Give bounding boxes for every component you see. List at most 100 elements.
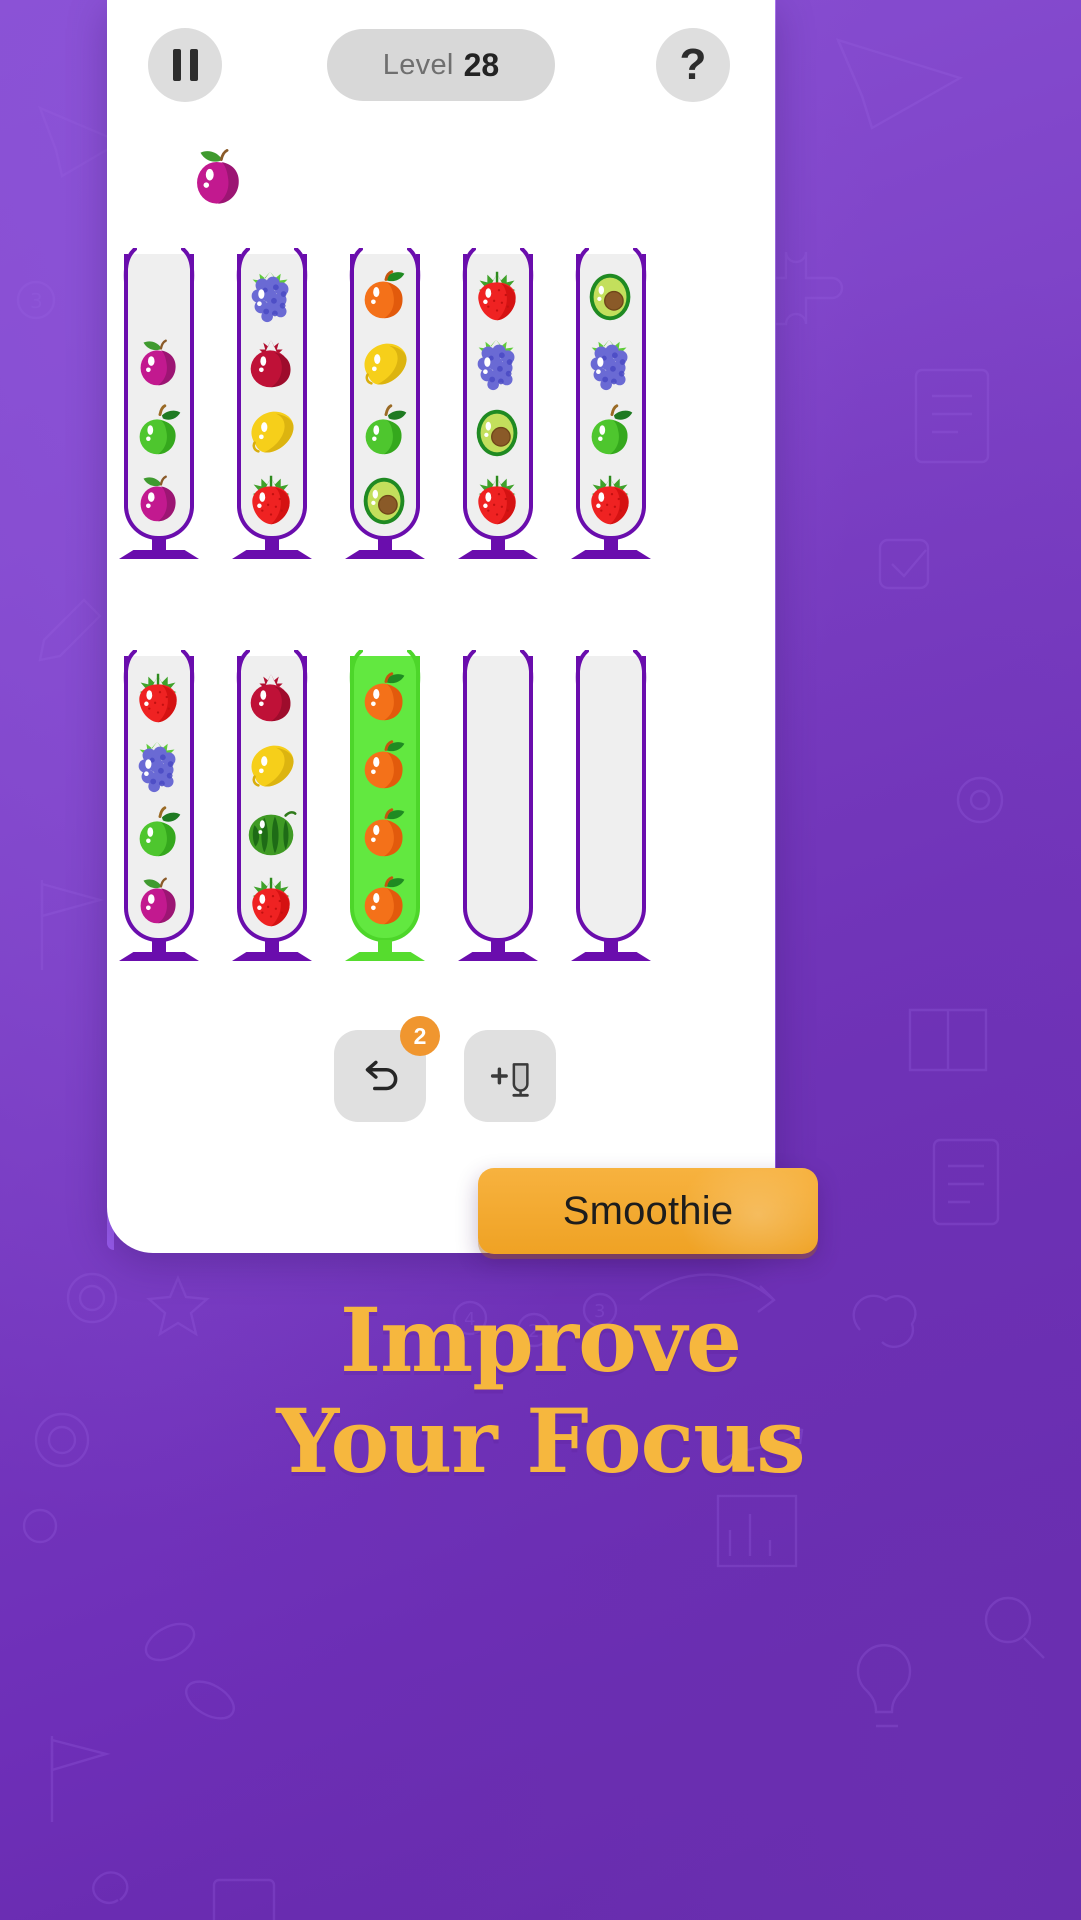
- tube-lip-right: [520, 650, 534, 684]
- fruit-slot-avocado[interactable]: [352, 466, 418, 532]
- tube-stand-foot: [571, 550, 651, 559]
- plus-tube-icon: [490, 1063, 529, 1097]
- fruit-slot-orange[interactable]: [352, 664, 418, 730]
- pause-icon-bar-2: [189, 49, 198, 81]
- fruit-slot-plum[interactable]: [126, 330, 192, 396]
- fruit-slot-pomegranate[interactable]: [239, 330, 305, 396]
- tube-stand-stem: [378, 940, 392, 954]
- headline-line-2: Your Focus: [276, 1389, 805, 1494]
- tube-t9[interactable]: [458, 650, 538, 961]
- tube-t5[interactable]: [571, 248, 651, 559]
- fruit-slot-strawberry[interactable]: [465, 262, 531, 328]
- fruit-slot-strawberry[interactable]: [465, 466, 531, 532]
- fruit-slot-lemon[interactable]: [239, 732, 305, 798]
- fruit-slot-watermelon[interactable]: [239, 800, 305, 866]
- fruit-slot-strawberry[interactable]: [578, 466, 644, 532]
- fruit-slot-blackberry[interactable]: [239, 262, 305, 328]
- tube-stand-foot: [119, 550, 199, 559]
- tube-stand-stem: [152, 538, 166, 552]
- add-tube-button[interactable]: [464, 1030, 556, 1122]
- promo-headline: Improve Your Focus: [0, 1288, 1081, 1494]
- smoothie-cta-label: Smoothie: [562, 1188, 734, 1233]
- fruit-slot-green-apple[interactable]: [352, 398, 418, 464]
- svg-text:3: 3: [30, 289, 43, 313]
- fruit-slot-avocado[interactable]: [578, 262, 644, 328]
- tube-t1[interactable]: [119, 248, 199, 559]
- tube-glass-body: [460, 650, 536, 948]
- tube-stand: [232, 940, 312, 964]
- fruit-slot-orange[interactable]: [352, 262, 418, 328]
- undo-arrow-icon: [365, 1060, 398, 1091]
- tube-stand-foot: [458, 952, 538, 961]
- fruit-slot-pomegranate[interactable]: [239, 664, 305, 730]
- fruit-slot-blackberry[interactable]: [465, 330, 531, 396]
- tube-lip-left: [123, 248, 137, 282]
- fruit-slot-green-apple[interactable]: [578, 398, 644, 464]
- tube-stand-foot: [232, 550, 312, 559]
- tube-stand-foot: [232, 952, 312, 961]
- fruit-slot-strawberry[interactable]: [239, 466, 305, 532]
- tube-stand-stem: [604, 940, 618, 954]
- fruit-slot-blackberry[interactable]: [578, 330, 644, 396]
- tube-stand: [571, 940, 651, 964]
- phone-screen: Level 28 ? 2: [107, 0, 775, 1253]
- fruit-slot-plum[interactable]: [126, 868, 192, 934]
- tube-t2[interactable]: [232, 248, 312, 559]
- game-header: Level 28 ?: [107, 0, 775, 130]
- tube-stand-stem: [265, 538, 279, 552]
- tube-stand-foot: [458, 550, 538, 559]
- tube-t7[interactable]: [232, 650, 312, 961]
- help-button[interactable]: ?: [656, 28, 730, 102]
- pause-button[interactable]: [148, 28, 222, 102]
- undo-count-badge: 2: [400, 1016, 440, 1056]
- tube-stand-stem: [604, 538, 618, 552]
- fruit-slot-green-apple[interactable]: [126, 398, 192, 464]
- level-indicator: Level 28: [327, 29, 555, 101]
- fruit-slot-lemon[interactable]: [239, 398, 305, 464]
- headline-line-1: Improve: [340, 1288, 742, 1392]
- tube-t4[interactable]: [458, 248, 538, 559]
- fruit-slot-orange[interactable]: [352, 800, 418, 866]
- tube-stand-stem: [152, 940, 166, 954]
- held-fruit-plum[interactable]: [182, 140, 256, 214]
- fruit-slot-plum[interactable]: [126, 466, 192, 532]
- smoothie-cta-button[interactable]: Smoothie: [478, 1168, 818, 1254]
- tube-stand: [119, 538, 199, 562]
- fruit-slot-lemon[interactable]: [352, 330, 418, 396]
- tube-t6[interactable]: [119, 650, 199, 961]
- action-bar: 2: [107, 1016, 775, 1130]
- tube-row-2: [107, 650, 775, 961]
- tube-stand-foot: [571, 952, 651, 961]
- tube-glass: [463, 656, 533, 942]
- fruit-slot-strawberry[interactable]: [239, 868, 305, 934]
- fruit-slot-green-apple[interactable]: [126, 800, 192, 866]
- tube-stand: [458, 940, 538, 964]
- tube-stand-foot: [345, 550, 425, 559]
- tube-stand: [458, 538, 538, 562]
- fruit-slot-strawberry[interactable]: [126, 664, 192, 730]
- fruit-slot-blackberry[interactable]: [126, 732, 192, 798]
- fruit-slot-avocado[interactable]: [465, 398, 531, 464]
- tube-glass-body: [573, 650, 649, 948]
- tube-t8[interactable]: [345, 650, 425, 961]
- question-mark-icon: ?: [679, 40, 707, 89]
- tube-lip-right: [633, 650, 647, 684]
- level-number: 28: [463, 46, 500, 83]
- tube-stand: [345, 538, 425, 562]
- tube-t10[interactable]: [571, 650, 651, 961]
- tube-stand-stem: [378, 538, 392, 552]
- tube-stand-foot: [345, 952, 425, 961]
- tube-t3[interactable]: [345, 248, 425, 559]
- fruit-slot-orange[interactable]: [352, 732, 418, 798]
- tube-lip-left: [575, 650, 589, 684]
- tube-stand: [571, 538, 651, 562]
- tube-row-1: [107, 248, 775, 559]
- tube-stand-stem: [265, 940, 279, 954]
- tube-lip-right: [181, 248, 195, 282]
- pause-icon: [172, 49, 181, 81]
- tube-stand: [232, 538, 312, 562]
- fruit-slot-orange[interactable]: [352, 868, 418, 934]
- tube-lip-left: [462, 650, 476, 684]
- tube-stand-stem: [491, 538, 505, 552]
- tube-stand: [345, 940, 425, 964]
